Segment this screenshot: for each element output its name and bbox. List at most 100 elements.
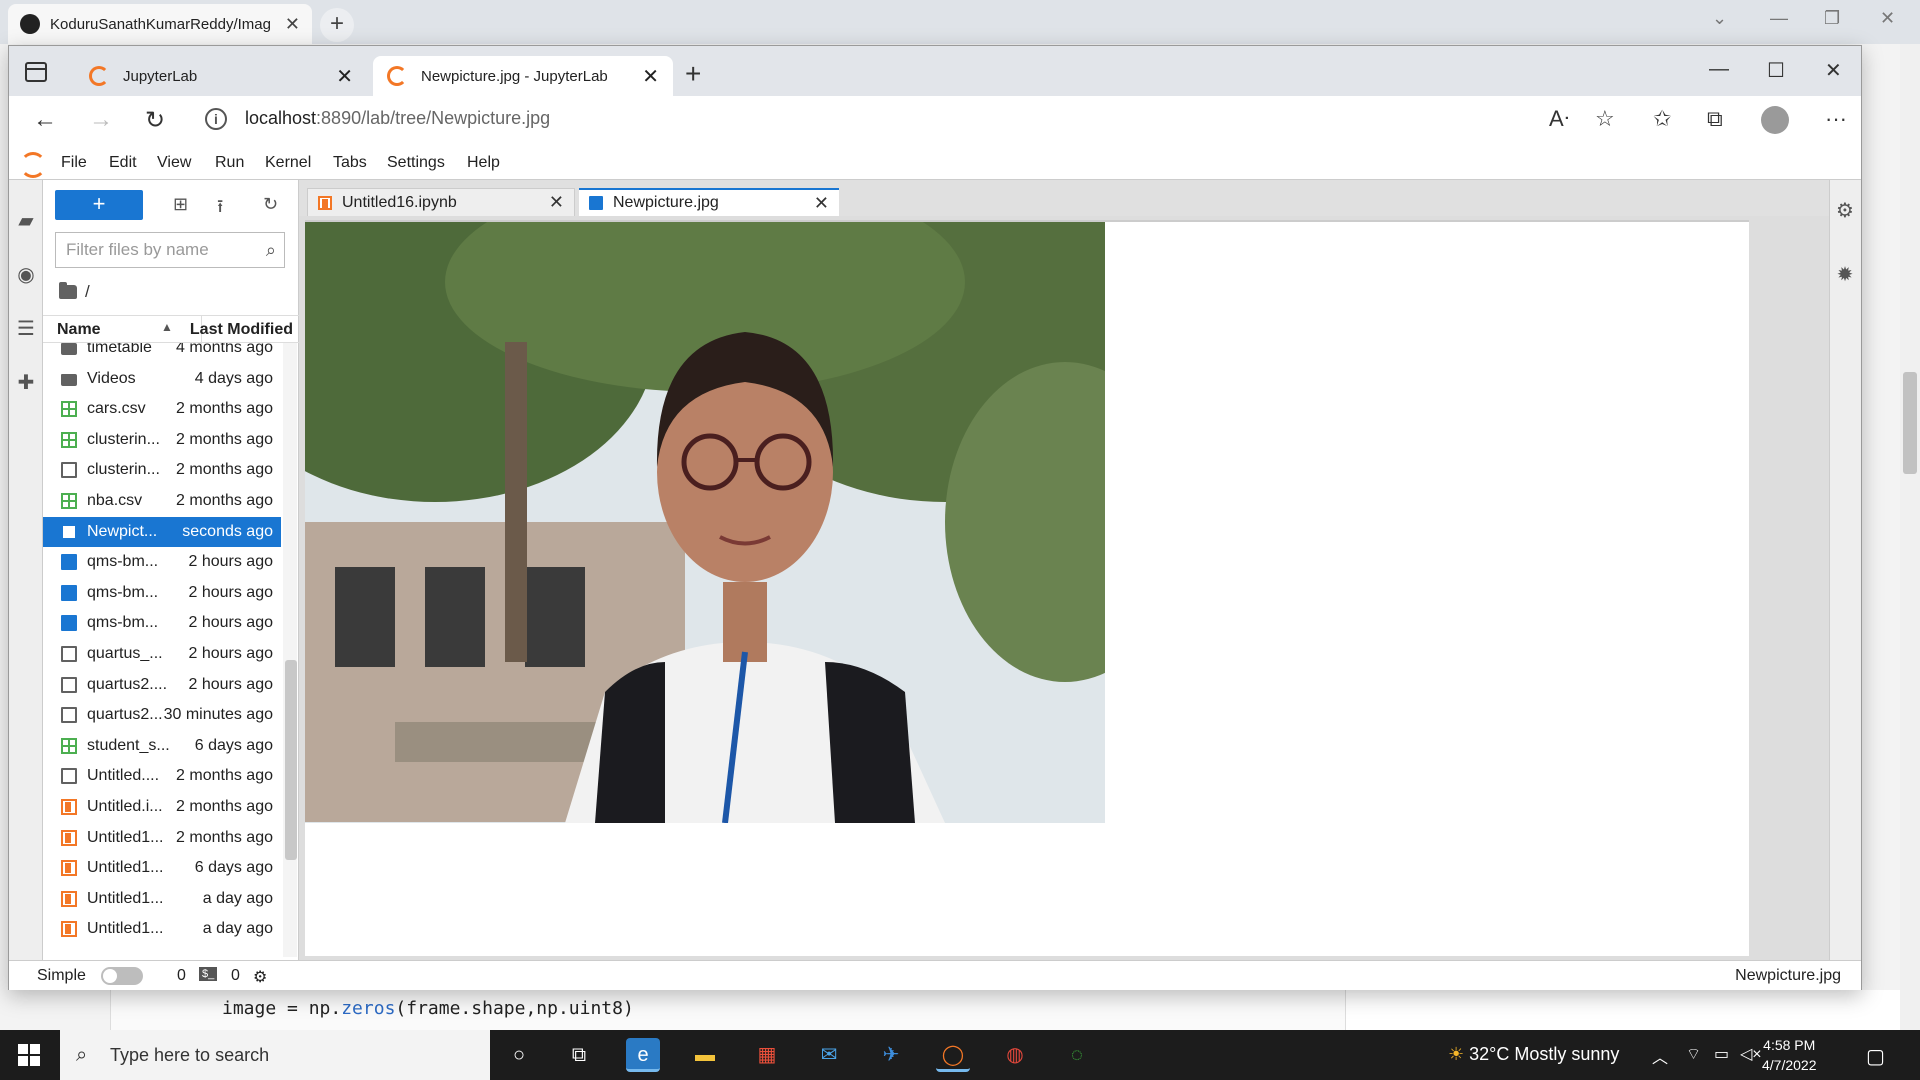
file-browser-icon[interactable]: ▰ — [15, 208, 37, 232]
kernel-gear-icon[interactable]: ⚙ — [253, 967, 267, 987]
outer-tab-search-chevron-icon[interactable]: ⌄ — [1712, 8, 1727, 29]
file-list-scrollbar[interactable] — [283, 343, 297, 957]
table-of-contents-icon[interactable]: ☰ — [15, 316, 37, 340]
tray-chevron-icon[interactable]: ︿ — [1652, 1044, 1668, 1068]
outer-tab-close-icon[interactable]: ✕ — [285, 14, 300, 35]
back-icon[interactable]: ← — [33, 106, 57, 134]
browser-tab-newpicture[interactable]: Newpicture.jpg - JupyterLab ✕ — [373, 56, 673, 96]
url-field[interactable]: localhost:8890/lab/tree/Newpicture.jpg — [245, 108, 550, 129]
start-windows-icon[interactable] — [18, 1044, 40, 1066]
maximize-icon[interactable]: ☐ — [1767, 58, 1785, 83]
app-feather-icon[interactable]: ✈ — [874, 1038, 908, 1072]
column-name-header[interactable]: Name — [57, 321, 101, 339]
extension-manager-icon[interactable]: ✚ — [15, 370, 37, 394]
microsoft-store-icon[interactable]: ▦ — [750, 1038, 784, 1072]
file-row[interactable]: timetable 4 months ago — [43, 343, 281, 363]
menu-edit[interactable]: Edit — [109, 154, 137, 172]
file-row[interactable]: qms-bm... 2 hours ago — [43, 547, 281, 577]
outer-minimize-icon[interactable]: — — [1770, 8, 1788, 29]
file-row[interactable]: cars.csv 2 months ago — [43, 394, 281, 424]
collections-icon[interactable]: ⧉ — [1707, 106, 1723, 132]
site-info-icon[interactable]: i — [205, 108, 227, 130]
doc-tab-newpicture[interactable]: Newpicture.jpg ✕ — [579, 188, 839, 216]
chrome-icon[interactable]: ◍ — [998, 1038, 1032, 1072]
notifications-icon[interactable]: ▢ — [1866, 1044, 1885, 1069]
file-row[interactable]: Untitled.... 2 months ago — [43, 761, 281, 791]
column-modified-header[interactable]: Last Modified — [190, 321, 293, 339]
menu-settings[interactable]: Settings — [387, 154, 445, 172]
file-list-scrollbar-thumb[interactable] — [285, 660, 297, 860]
battery-icon[interactable]: ▭ — [1714, 1044, 1729, 1064]
file-row[interactable]: qms-bm... 2 hours ago — [43, 578, 281, 608]
tab-actions-icon[interactable] — [25, 62, 47, 82]
browser-tab-close-icon[interactable]: ✕ — [642, 64, 659, 89]
outer-browser-tab[interactable]: KoduruSanathKumarReddy/Imag ✕ — [8, 4, 312, 44]
refresh-icon[interactable]: ↻ — [145, 106, 165, 135]
simple-mode-toggle[interactable] — [101, 967, 143, 985]
doc-tab-close-icon[interactable]: ✕ — [814, 193, 829, 214]
terminal-count[interactable]: 0 — [177, 967, 186, 985]
task-view-icon[interactable]: ⧉ — [562, 1038, 596, 1072]
menu-tabs[interactable]: Tabs — [333, 154, 367, 172]
kernel-count[interactable]: 0 — [231, 967, 240, 985]
terminal-icon[interactable]: $_ — [199, 967, 218, 981]
file-row[interactable]: quartus2.... 30 minutes ago — [43, 700, 281, 730]
weather-widget[interactable]: ☀ 32°C Mostly sunny — [1448, 1044, 1619, 1065]
read-aloud-icon[interactable]: Aᐧ — [1549, 106, 1569, 132]
taskbar-search-input[interactable]: ⌕ Type here to search — [60, 1030, 490, 1080]
background-scrollbar-thumb[interactable] — [1903, 372, 1917, 474]
new-launcher-button[interactable]: + — [55, 190, 143, 220]
file-row[interactable]: Newpict... seconds ago — [43, 516, 281, 547]
file-row[interactable]: qms-bm... 2 hours ago — [43, 608, 281, 638]
close-window-icon[interactable]: ✕ — [1825, 58, 1842, 83]
menu-kernel[interactable]: Kernel — [265, 154, 311, 172]
network-icon[interactable]: ⌔ — [1686, 1044, 1701, 1064]
browser-tab-close-icon[interactable]: ✕ — [336, 64, 353, 89]
sort-ascending-icon[interactable]: ▲ — [161, 320, 173, 334]
background-scrollbar[interactable] — [1900, 44, 1920, 1030]
new-folder-icon[interactable]: ⊞ — [173, 194, 188, 215]
filter-files-input[interactable]: Filter files by name ⌕ — [55, 232, 285, 268]
browser-tab-jupyterlab[interactable]: JupyterLab ✕ — [75, 56, 367, 96]
new-tab-button[interactable]: + — [685, 58, 701, 90]
file-row[interactable]: clusterin... 2 months ago — [43, 455, 281, 485]
outer-restore-icon[interactable]: ❐ — [1824, 8, 1840, 29]
file-row[interactable]: Videos 4 days ago — [43, 364, 281, 394]
file-explorer-icon[interactable]: ▬ — [688, 1038, 722, 1072]
breadcrumb-root[interactable]: / — [85, 282, 90, 302]
menu-run[interactable]: Run — [215, 154, 244, 172]
home-folder-icon[interactable] — [59, 282, 77, 299]
clock[interactable]: 4:58 PM 4/7/2022 — [1762, 1035, 1817, 1075]
file-row[interactable]: Untitled.i... 2 months ago — [43, 792, 281, 822]
volume-icon[interactable]: ◁× — [1740, 1044, 1762, 1064]
file-row[interactable]: nba.csv 2 months ago — [43, 486, 281, 516]
file-row[interactable]: Untitled1... a day ago — [43, 914, 281, 944]
debugger-icon[interactable]: ✹ — [1834, 262, 1856, 286]
file-row[interactable]: Untitled1... 6 days ago — [43, 853, 281, 883]
upload-icon[interactable]: ⭱ — [217, 194, 223, 224]
add-favorite-icon[interactable]: ☆ — [1595, 106, 1615, 132]
doc-tab-untitled16[interactable]: Untitled16.ipynb ✕ — [307, 188, 575, 216]
file-row[interactable]: quartus2.... 2 hours ago — [43, 670, 281, 700]
more-options-icon[interactable]: ··· — [1825, 106, 1847, 132]
file-row[interactable]: Untitled1... 2 months ago — [43, 823, 281, 853]
favorites-icon[interactable]: ✩ — [1653, 106, 1671, 132]
forward-icon[interactable]: → — [89, 106, 113, 134]
menu-help[interactable]: Help — [467, 154, 500, 172]
refresh-files-icon[interactable]: ↻ — [263, 194, 278, 215]
running-sessions-icon[interactable]: ◉ — [15, 262, 37, 286]
file-row[interactable]: student_s... 6 days ago — [43, 731, 281, 761]
menu-view[interactable]: View — [157, 154, 191, 172]
mail-icon[interactable]: ✉ — [812, 1038, 846, 1072]
anaconda-icon[interactable]: ◌ — [1060, 1038, 1094, 1072]
file-row[interactable]: Untitled1... a day ago — [43, 884, 281, 914]
doc-tab-close-icon[interactable]: ✕ — [549, 192, 564, 213]
jupyter-taskbar-icon[interactable]: ◯ — [936, 1038, 970, 1072]
outer-new-tab-button[interactable]: + — [320, 8, 354, 42]
edge-browser-icon[interactable]: e — [626, 1038, 660, 1072]
cortana-icon[interactable]: ○ — [502, 1038, 536, 1072]
minimize-icon[interactable]: — — [1709, 58, 1729, 81]
property-inspector-icon[interactable]: ⚙ — [1834, 198, 1856, 222]
menu-file[interactable]: File — [61, 154, 87, 172]
profile-avatar-icon[interactable] — [1761, 106, 1789, 134]
